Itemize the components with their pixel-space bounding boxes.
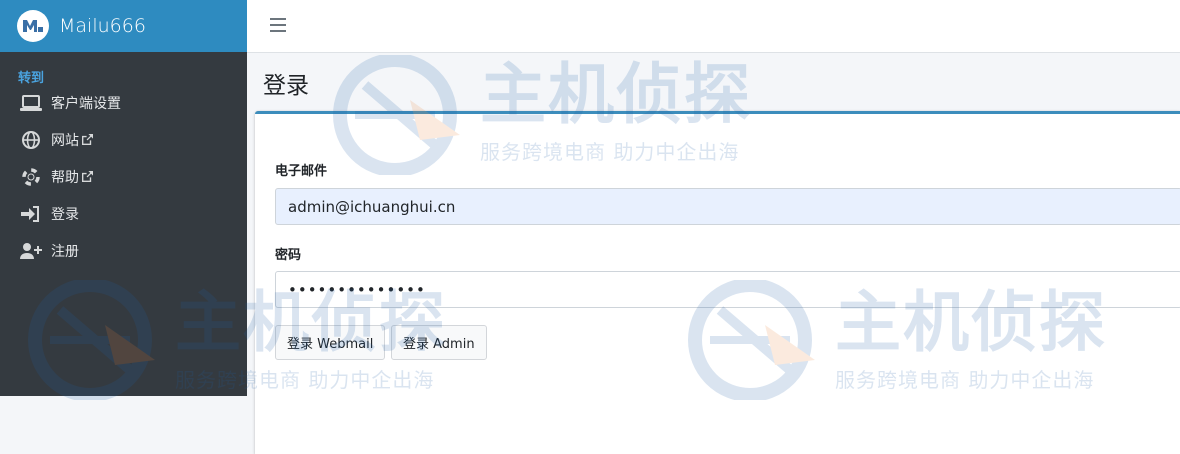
user-plus-icon — [20, 242, 42, 259]
sign-in-icon — [21, 205, 39, 222]
sidebar-item-website[interactable]: 网站 — [0, 121, 247, 158]
sidebar-item-client-setup[interactable]: 客户端设置 — [0, 84, 247, 121]
sidebar-item-login[interactable]: 登录 — [0, 195, 247, 232]
sidebar-item-label: 客户端设置 — [51, 95, 121, 112]
nav-header: 转到 — [18, 71, 45, 86]
content-area: 登录 电子邮件 admin@ichuanghui.cn 密码 •••••••••… — [247, 53, 1180, 454]
sidebar-item-register[interactable]: 注册 — [0, 232, 247, 269]
menu-toggle-icon[interactable] — [270, 18, 286, 32]
mailu-logo-icon — [17, 10, 49, 42]
brand-name: Mailu666 — [59, 15, 146, 37]
external-link-icon — [82, 134, 93, 145]
email-label: 电子邮件 — [275, 164, 328, 179]
password-label: 密码 — [275, 248, 302, 263]
page-title: 登录 — [263, 73, 309, 99]
sidebar-item-label: 登录 — [51, 206, 79, 223]
sidebar-item-label: 注册 — [51, 243, 79, 260]
brand-link[interactable]: Mailu666 — [0, 0, 247, 52]
login-card: 电子邮件 admin@ichuanghui.cn 密码 ••••••••••••… — [255, 111, 1180, 454]
login-webmail-button[interactable]: 登录 Webmail — [275, 325, 386, 360]
password-field[interactable]: •••••••••••••• — [275, 271, 1180, 308]
sidebar-item-label: 网站 — [51, 132, 79, 149]
login-admin-button[interactable]: 登录 Admin — [391, 325, 487, 360]
laptop-icon — [20, 94, 42, 111]
sidebar-item-help[interactable]: 帮助 — [0, 158, 247, 195]
top-navbar — [247, 0, 1180, 53]
lifebuoy-icon — [22, 167, 40, 186]
sidebar: Mailu666 转到 客户端设置 网站 帮助 登录 注册 — [0, 0, 247, 396]
email-field[interactable]: admin@ichuanghui.cn — [275, 188, 1180, 225]
globe-icon — [22, 130, 40, 149]
external-link-icon — [82, 171, 93, 182]
sidebar-item-label: 帮助 — [51, 169, 79, 186]
